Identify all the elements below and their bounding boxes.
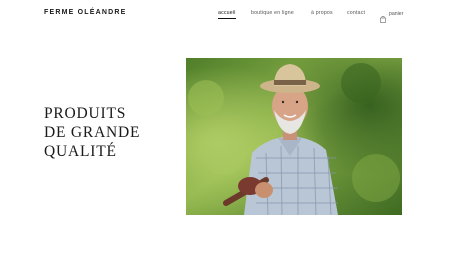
hero-title: PRODUITS DE GRANDE QUALITÉ [44,104,174,161]
hero-title-line-1: PRODUITS [44,105,127,122]
hero-photo [186,58,402,215]
nav-item-contact[interactable]: contact [347,10,365,16]
nav-item-a-propos[interactable]: à propos [311,10,333,16]
nav-item-boutique[interactable]: boutique en ligne [251,10,294,16]
hero-title-line-2: DE GRANDE [44,124,141,141]
shopping-bag-icon [380,10,386,23]
nav-item-accueil[interactable]: accueil [218,10,236,19]
site-header: FERME OLÉANDRE accueil boutique en ligne… [0,0,449,28]
hero-title-line-3: QUALITÉ [44,143,117,160]
cart-link[interactable]: panier [380,9,404,23]
cart-label: panier [389,10,404,17]
